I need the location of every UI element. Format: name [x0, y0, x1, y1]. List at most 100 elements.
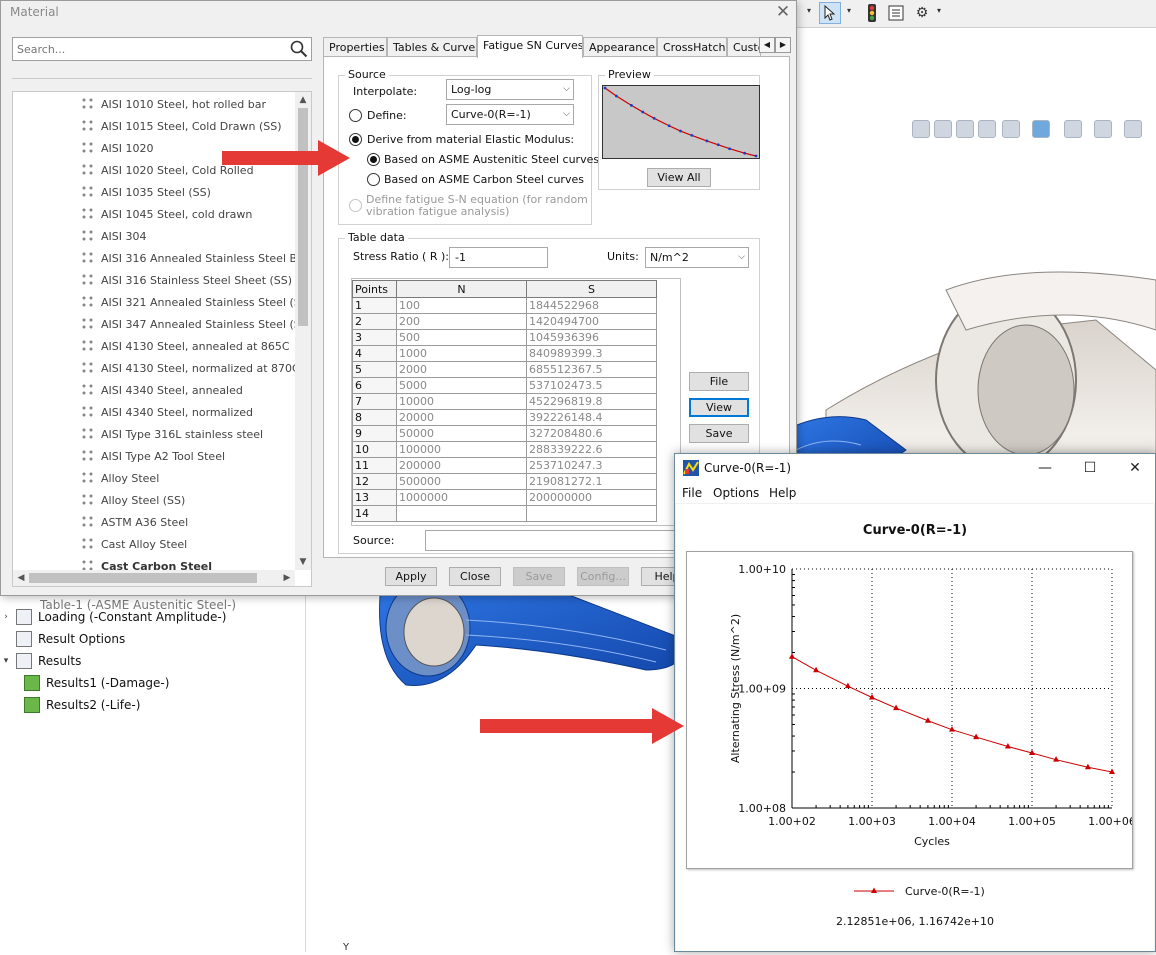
- table-row[interactable]: 2 200 1420494700: [352, 313, 657, 330]
- scroll-down-icon[interactable]: ▼: [295, 554, 311, 570]
- zoom-area-icon[interactable]: [934, 120, 952, 138]
- cycles-cell[interactable]: 200: [396, 313, 527, 330]
- table-row[interactable]: 10 100000 288339222.6: [352, 441, 657, 458]
- display-style-icon[interactable]: [1032, 120, 1050, 138]
- stress-cell[interactable]: 327208480.6: [526, 425, 657, 442]
- view-button[interactable]: View: [689, 398, 749, 417]
- select-dropdown-icon[interactable]: ▾: [847, 6, 851, 15]
- table-row[interactable]: 13 1000000 200000000: [352, 489, 657, 506]
- tab-fatigue-sn-curves[interactable]: Fatigue SN Curves: [477, 35, 583, 58]
- expand-icon[interactable]: ›: [0, 612, 12, 622]
- save-table-button[interactable]: Save: [689, 424, 749, 443]
- scroll-up-icon[interactable]: ▲: [295, 92, 311, 108]
- material-item[interactable]: AISI 4130 Steel, normalized at 870C: [81, 358, 300, 378]
- menu-options[interactable]: Options: [713, 486, 759, 500]
- window-close-button[interactable]: ✕: [1115, 456, 1155, 480]
- tree-item-results1[interactable]: Results1 (-Damage-): [24, 673, 169, 693]
- scroll-right-icon[interactable]: ▶: [279, 570, 295, 586]
- material-item[interactable]: AISI 1020: [81, 138, 154, 158]
- material-item[interactable]: AISI 321 Annealed Stainless Steel (SS): [81, 292, 311, 312]
- tree-item-results2[interactable]: Results2 (-Life-): [24, 695, 140, 715]
- cycles-cell[interactable]: 500000: [396, 473, 527, 490]
- define-curve-select[interactable]: Curve-0(R=-1) ⌵: [446, 104, 574, 125]
- cycles-cell[interactable]: 5000: [396, 377, 527, 394]
- table-row[interactable]: 11 200000 253710247.3: [352, 457, 657, 474]
- previous-view-icon[interactable]: [956, 120, 974, 138]
- stress-cell[interactable]: 537102473.5: [526, 377, 657, 394]
- define-radio[interactable]: [349, 109, 362, 122]
- stress-cell[interactable]: 200000000: [526, 489, 657, 506]
- table-row[interactable]: 7 10000 452296819.8: [352, 393, 657, 410]
- scroll-left-icon[interactable]: ◀: [13, 570, 29, 586]
- table-row[interactable]: 5 2000 685512367.5: [352, 361, 657, 378]
- tab-crosshatch[interactable]: CrossHatch: [657, 37, 727, 57]
- source-input[interactable]: [425, 530, 695, 551]
- tab-scroll-right-icon[interactable]: ▶: [775, 37, 791, 53]
- cycles-cell[interactable]: 100: [396, 297, 527, 314]
- gear-dropdown-icon[interactable]: ▾: [937, 6, 941, 15]
- stress-cell[interactable]: 219081272.1: [526, 473, 657, 490]
- table-row[interactable]: 14: [352, 505, 657, 522]
- apply-button[interactable]: Apply: [385, 567, 437, 586]
- cycles-cell[interactable]: [396, 505, 527, 522]
- tab-scroll-left-icon[interactable]: ◀: [759, 37, 775, 53]
- cycles-cell[interactable]: 100000: [396, 441, 527, 458]
- material-item[interactable]: AISI 347 Annealed Stainless Steel (SS): [81, 314, 311, 334]
- menu-help[interactable]: Help: [769, 486, 796, 500]
- tree-item-result-options[interactable]: Result Options: [0, 629, 125, 649]
- minimize-button[interactable]: —: [1025, 456, 1065, 480]
- cycles-cell[interactable]: 200000: [396, 457, 527, 474]
- tab-appearance[interactable]: Appearance: [583, 37, 657, 57]
- select-cursor-icon[interactable]: [819, 2, 841, 24]
- stress-ratio-input[interactable]: -1: [449, 247, 548, 268]
- cycles-cell[interactable]: 2000: [396, 361, 527, 378]
- units-select[interactable]: N/m^2 ⌵: [645, 247, 749, 268]
- table-row[interactable]: 12 500000 219081272.1: [352, 473, 657, 490]
- material-item[interactable]: ASTM A36 Steel: [81, 512, 188, 532]
- save-button[interactable]: Save: [513, 567, 565, 586]
- close-button[interactable]: Close: [449, 567, 501, 586]
- cycles-cell[interactable]: 50000: [396, 425, 527, 442]
- stress-cell[interactable]: 392226148.4: [526, 409, 657, 426]
- config-button[interactable]: Config...: [577, 567, 629, 586]
- stress-cell[interactable]: 1844522968: [526, 297, 657, 314]
- appearance-icon[interactable]: [1094, 120, 1112, 138]
- table-row[interactable]: 9 50000 327208480.6: [352, 425, 657, 442]
- material-item[interactable]: AISI 1015 Steel, Cold Drawn (SS): [81, 116, 282, 136]
- tab-custom[interactable]: Custom: [727, 37, 761, 57]
- cycles-cell[interactable]: 20000: [396, 409, 527, 426]
- search-input[interactable]: [13, 38, 285, 60]
- stress-cell[interactable]: 1045936396: [526, 329, 657, 346]
- view-orientation-icon[interactable]: [1002, 120, 1020, 138]
- material-item[interactable]: AISI 316 Annealed Stainless Steel Bar: [81, 248, 308, 268]
- stress-cell[interactable]: 685512367.5: [526, 361, 657, 378]
- file-button[interactable]: File: [689, 372, 749, 391]
- material-item[interactable]: AISI Type A2 Tool Steel: [81, 446, 225, 466]
- sn-curve-chart[interactable]: 1.00+02 1.00+03 1.00+04 1.00+05 1.00+06 1.00+…: [687, 552, 1136, 868]
- material-item[interactable]: AISI 1045 Steel, cold drawn: [81, 204, 252, 224]
- stress-cell[interactable]: 452296819.8: [526, 393, 657, 410]
- table-row[interactable]: 8 20000 392226148.4: [352, 409, 657, 426]
- table-row[interactable]: 4 1000 840989399.3: [352, 345, 657, 362]
- asme-austenitic-radio[interactable]: [367, 153, 380, 166]
- material-item[interactable]: AISI 4340 Steel, normalized: [81, 402, 253, 422]
- zoom-to-fit-icon[interactable]: [912, 120, 930, 138]
- scene-icon[interactable]: [1124, 120, 1142, 138]
- sn-points-table[interactable]: Points N S 1 100 1844522968 2 200 1420494700 3…: [352, 280, 657, 522]
- stress-cell[interactable]: 253710247.3: [526, 457, 657, 474]
- gear-icon[interactable]: ⚙: [911, 2, 933, 24]
- fatigue-equation-radio[interactable]: [349, 199, 362, 212]
- dialog-close-button[interactable]: ✕: [773, 3, 793, 23]
- asme-carbon-radio[interactable]: [367, 173, 380, 186]
- cycles-cell[interactable]: 1000000: [396, 489, 527, 506]
- traffic-light-icon[interactable]: [861, 2, 883, 24]
- collapse-icon[interactable]: ▾: [0, 656, 12, 666]
- curve-window-titlebar[interactable]: Curve-0(R=-1) — ☐ ✕: [675, 454, 1155, 483]
- maximize-button[interactable]: ☐: [1070, 456, 1110, 480]
- stress-cell[interactable]: [526, 505, 657, 522]
- menu-file[interactable]: File: [682, 486, 702, 500]
- table-row[interactable]: 6 5000 537102473.5: [352, 377, 657, 394]
- material-item[interactable]: AISI 316 Stainless Steel Sheet (SS): [81, 270, 292, 290]
- stress-cell[interactable]: 840989399.3: [526, 345, 657, 362]
- list-panel-icon[interactable]: [885, 2, 907, 24]
